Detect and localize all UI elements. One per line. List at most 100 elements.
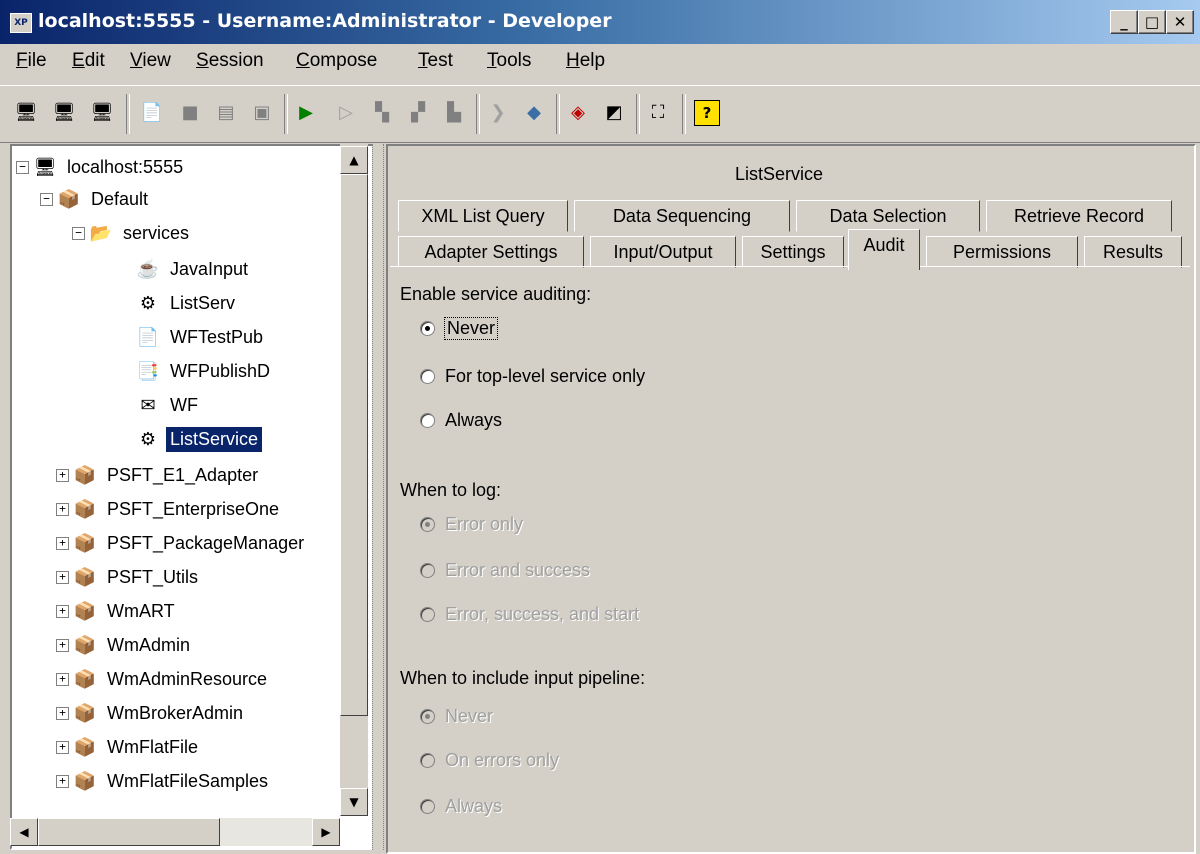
tree-item-package[interactable]: + 📦 PSFT_EnterpriseOne: [56, 494, 283, 524]
radio-button[interactable]: [420, 753, 435, 768]
tree-horizontal-scrollbar[interactable]: ◀ ▶: [10, 818, 340, 846]
radio-button[interactable]: [420, 517, 435, 532]
save-icon[interactable]: ■: [178, 100, 202, 124]
tree-item-wf[interactable]: ✉ WF: [136, 390, 202, 420]
expand-icon[interactable]: +: [56, 672, 69, 686]
step-over-icon[interactable]: ▞: [406, 100, 430, 124]
radio-pipeline-always[interactable]: Always: [420, 796, 502, 817]
expand-icon[interactable]: +: [56, 536, 69, 550]
edit-icon[interactable]: ◩: [602, 100, 626, 124]
radio-button[interactable]: [420, 413, 435, 428]
panel-splitter[interactable]: [372, 144, 384, 850]
step-icon[interactable]: ▷: [334, 100, 358, 124]
tab-results[interactable]: Results: [1084, 236, 1182, 268]
tab-adapter-settings[interactable]: Adapter Settings: [398, 236, 584, 268]
step-into-icon[interactable]: ▚: [370, 100, 394, 124]
tab-settings[interactable]: Settings: [742, 236, 844, 268]
run-icon[interactable]: ▶: [294, 100, 318, 124]
menu-view[interactable]: View: [130, 50, 171, 72]
scroll-thumb[interactable]: [340, 174, 368, 716]
expand-icon[interactable]: +: [56, 774, 69, 788]
tree-item-wfpublish[interactable]: 📑 WFPublishD: [136, 356, 274, 386]
tab-data-selection[interactable]: Data Selection: [796, 200, 980, 232]
menu-file[interactable]: File: [16, 50, 47, 72]
expand-icon[interactable]: +: [56, 740, 69, 754]
radio-never[interactable]: Never: [420, 317, 499, 340]
view-icon[interactable]: ◈: [566, 100, 590, 124]
minimize-button[interactable]: _: [1110, 10, 1138, 34]
tree-item-package[interactable]: + 📦 WmBrokerAdmin: [56, 698, 247, 728]
tree-item-services[interactable]: − 📂 services: [72, 218, 193, 248]
expand-icon[interactable]: +: [56, 604, 69, 618]
radio-top-level-only[interactable]: For top-level service only: [420, 366, 645, 387]
help-icon[interactable]: ?: [694, 100, 720, 126]
scroll-right-icon[interactable]: ▶: [312, 818, 340, 846]
menu-compose[interactable]: Compose: [296, 50, 377, 72]
tree-item-package[interactable]: + 📦 WmAdmin: [56, 630, 194, 660]
scroll-left-icon[interactable]: ◀: [10, 818, 38, 846]
tree-item-package[interactable]: + 📦 PSFT_Utils: [56, 562, 202, 592]
tab-permissions[interactable]: Permissions: [926, 236, 1078, 268]
publish-icon[interactable]: ◆: [522, 100, 546, 124]
tree-item-package[interactable]: + 📦 WmART: [56, 596, 179, 626]
tree-item-javainput[interactable]: ☕ JavaInput: [136, 254, 252, 284]
radio-always[interactable]: Always: [420, 410, 502, 431]
unlock-icon[interactable]: ▣: [250, 100, 274, 124]
expand-icon[interactable]: +: [56, 570, 69, 584]
collapse-icon[interactable]: −: [16, 160, 29, 174]
menu-help[interactable]: Help: [566, 50, 605, 72]
scroll-down-icon[interactable]: ▼: [340, 788, 368, 816]
menu-session[interactable]: Session: [196, 50, 264, 72]
expand-icon[interactable]: +: [56, 502, 69, 516]
expand-icon[interactable]: +: [56, 468, 69, 482]
tree-item-listserv[interactable]: ⚙ ListServ: [136, 288, 239, 318]
radio-error-success-start[interactable]: Error, success, and start: [420, 604, 639, 625]
menu-edit[interactable]: Edit: [72, 50, 105, 72]
radio-button[interactable]: [420, 563, 435, 578]
radio-label: Error only: [445, 514, 524, 534]
tree-item-package[interactable]: + 📦 PSFT_PackageManager: [56, 528, 308, 558]
collapse-icon[interactable]: −: [40, 192, 53, 206]
scroll-thumb[interactable]: [38, 818, 220, 846]
expand-icon[interactable]: +: [56, 706, 69, 720]
radio-button[interactable]: [420, 369, 435, 384]
radio-pipeline-on-errors[interactable]: On errors only: [420, 750, 559, 771]
menu-tools[interactable]: Tools: [487, 50, 531, 72]
expand-icon[interactable]: +: [56, 638, 69, 652]
tab-audit[interactable]: Audit: [848, 229, 920, 270]
new-element-icon[interactable]: 📄: [140, 100, 164, 124]
tree-item-package[interactable]: + 📦 PSFT_E1_Adapter: [56, 460, 262, 490]
tree-vertical-scrollbar[interactable]: ▲ ▼: [340, 144, 368, 816]
new-session-icon[interactable]: 🖥: [14, 100, 38, 124]
tree-item-listservice[interactable]: ⚙ ListService: [136, 424, 264, 454]
radio-button[interactable]: [420, 709, 435, 724]
trace-icon[interactable]: ▙: [442, 100, 466, 124]
tab-input-output[interactable]: Input/Output: [590, 236, 736, 268]
radio-button[interactable]: [420, 321, 435, 336]
tree-item-package[interactable]: + 📦 WmFlatFile: [56, 732, 202, 762]
scroll-up-icon[interactable]: ▲: [340, 146, 368, 174]
tree-item-wftestpub[interactable]: 📄 WFTestPub: [136, 322, 267, 352]
radio-button[interactable]: [420, 799, 435, 814]
tree-item-package[interactable]: + 📦 WmFlatFileSamples: [56, 766, 272, 796]
close-button[interactable]: ✕: [1166, 10, 1194, 34]
menu-test[interactable]: Test: [418, 50, 453, 72]
maximize-button[interactable]: □: [1138, 10, 1166, 34]
radio-button[interactable]: [420, 607, 435, 622]
tree-item-label: WFPublishD: [170, 360, 271, 381]
radio-error-and-success[interactable]: Error and success: [420, 560, 590, 581]
tab-retrieve-record[interactable]: Retrieve Record: [986, 200, 1172, 232]
lock-icon[interactable]: ▤: [214, 100, 238, 124]
radio-pipeline-never[interactable]: Never: [420, 706, 493, 727]
tree-item-default[interactable]: − 📦 Default: [40, 184, 152, 214]
breakpoint-icon[interactable]: ❯: [486, 100, 510, 124]
collapse-icon[interactable]: −: [72, 226, 85, 240]
refresh-session-icon[interactable]: 🖥: [90, 100, 114, 124]
tab-xml-list-query[interactable]: XML List Query: [398, 200, 568, 232]
radio-error-only[interactable]: Error only: [420, 514, 523, 535]
close-session-icon[interactable]: 🖥: [52, 100, 76, 124]
fit-icon[interactable]: ⛶: [646, 100, 670, 124]
tab-data-sequencing[interactable]: Data Sequencing: [574, 200, 790, 232]
tree-root[interactable]: − 🖥 localhost:5555: [16, 152, 187, 182]
tree-item-package[interactable]: + 📦 WmAdminResource: [56, 664, 271, 694]
